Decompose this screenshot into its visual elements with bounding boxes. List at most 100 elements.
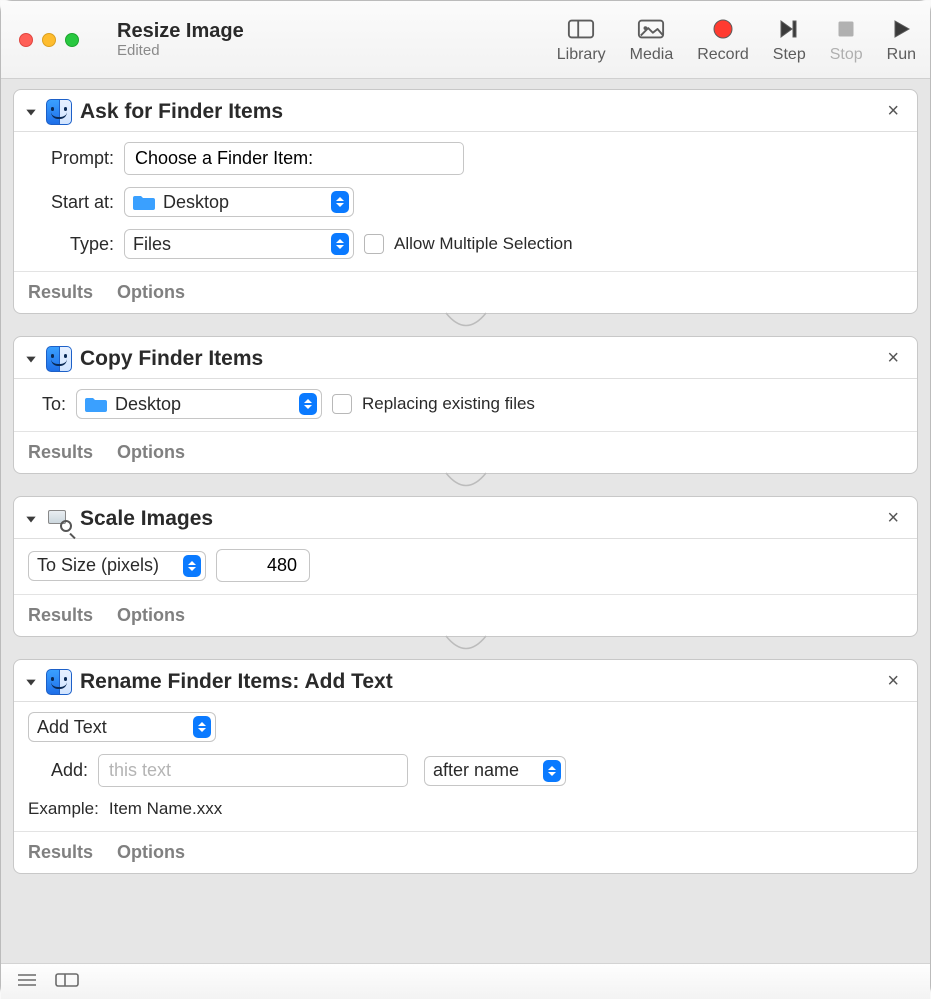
step-label: Step xyxy=(773,46,806,64)
scale-mode-value: To Size (pixels) xyxy=(37,555,175,576)
zoom-window-button[interactable] xyxy=(65,33,79,47)
folder-icon xyxy=(85,395,107,413)
action-title: Ask for Finder Items xyxy=(80,100,283,124)
action-header[interactable]: Scale Images × xyxy=(14,497,917,539)
add-text-input[interactable] xyxy=(98,754,408,787)
stepper-arrows-icon xyxy=(193,716,211,738)
step-icon xyxy=(775,16,803,42)
to-label: To: xyxy=(28,394,66,415)
position-value: after name xyxy=(433,760,535,781)
stop-button: Stop xyxy=(830,16,863,64)
record-icon xyxy=(709,16,737,42)
replace-label: Replacing existing files xyxy=(362,394,535,414)
prompt-input[interactable] xyxy=(124,142,464,175)
action-header[interactable]: Copy Finder Items × xyxy=(14,337,917,379)
start-at-value: Desktop xyxy=(163,192,323,213)
options-tab[interactable]: Options xyxy=(117,842,185,863)
type-label: Type: xyxy=(28,234,114,255)
title-block: Resize Image Edited xyxy=(117,20,244,59)
library-label: Library xyxy=(557,46,606,64)
stop-icon xyxy=(832,16,860,42)
run-icon xyxy=(887,16,915,42)
stepper-arrows-icon xyxy=(183,555,201,577)
flow-connector xyxy=(13,635,918,661)
close-window-button[interactable] xyxy=(19,33,33,47)
action-scale-images: Scale Images × To Size (pixels) Results … xyxy=(13,496,918,637)
action-title: Scale Images xyxy=(80,507,213,531)
action-header[interactable]: Ask for Finder Items × xyxy=(14,90,917,132)
to-select[interactable]: Desktop xyxy=(76,389,322,419)
stepper-arrows-icon xyxy=(543,760,561,782)
finder-icon xyxy=(46,669,72,695)
prompt-label: Prompt: xyxy=(28,148,114,169)
remove-action-button[interactable]: × xyxy=(881,98,905,125)
media-button[interactable]: Media xyxy=(630,16,674,64)
start-at-select[interactable]: Desktop xyxy=(124,187,354,217)
disclosure-chevron-icon xyxy=(24,675,38,689)
flow-connector xyxy=(13,472,918,498)
remove-action-button[interactable]: × xyxy=(881,345,905,372)
media-label: Media xyxy=(630,46,674,64)
options-tab[interactable]: Options xyxy=(117,605,185,626)
options-tab[interactable]: Options xyxy=(117,442,185,463)
log-view-button[interactable] xyxy=(17,972,37,992)
library-icon xyxy=(567,16,595,42)
remove-action-button[interactable]: × xyxy=(881,505,905,532)
type-select[interactable]: Files xyxy=(124,229,354,259)
stepper-arrows-icon xyxy=(331,233,349,255)
results-tab[interactable]: Results xyxy=(28,442,93,463)
media-icon xyxy=(637,16,665,42)
results-tab[interactable]: Results xyxy=(28,282,93,303)
allow-multiple-checkbox[interactable] xyxy=(364,234,384,254)
position-select[interactable]: after name xyxy=(424,756,566,786)
folder-icon xyxy=(133,193,155,211)
finder-icon xyxy=(46,346,72,372)
options-tab[interactable]: Options xyxy=(117,282,185,303)
start-at-label: Start at: xyxy=(28,192,114,213)
variables-view-button[interactable] xyxy=(55,972,79,992)
disclosure-chevron-icon xyxy=(24,105,38,119)
results-tab[interactable]: Results xyxy=(28,605,93,626)
remove-action-button[interactable]: × xyxy=(881,668,905,695)
results-tab[interactable]: Results xyxy=(28,842,93,863)
workflow-canvas: Ask for Finder Items × Prompt: Start at:… xyxy=(1,79,930,963)
scale-mode-select[interactable]: To Size (pixels) xyxy=(28,551,206,581)
stepper-arrows-icon xyxy=(299,393,317,415)
flow-connector xyxy=(13,312,918,338)
run-label: Run xyxy=(887,46,916,64)
action-rename-finder-items: Rename Finder Items: Add Text × Add Text… xyxy=(13,659,918,874)
document-subtitle: Edited xyxy=(117,42,244,59)
run-button[interactable]: Run xyxy=(887,16,916,64)
window-controls xyxy=(19,33,79,47)
preview-icon xyxy=(46,506,72,532)
finder-icon xyxy=(46,99,72,125)
example-label: Example: xyxy=(28,799,99,819)
document-title: Resize Image xyxy=(117,20,244,42)
action-title: Copy Finder Items xyxy=(80,347,263,371)
type-value: Files xyxy=(133,234,323,255)
disclosure-chevron-icon xyxy=(24,512,38,526)
window-titlebar: Resize Image Edited Library Media xyxy=(1,1,930,79)
step-button[interactable]: Step xyxy=(773,16,806,64)
action-ask-for-finder-items: Ask for Finder Items × Prompt: Start at:… xyxy=(13,89,918,314)
stepper-arrows-icon xyxy=(331,191,349,213)
rename-mode-select[interactable]: Add Text xyxy=(28,712,216,742)
action-header[interactable]: Rename Finder Items: Add Text × xyxy=(14,660,917,702)
example-value: Item Name.xxx xyxy=(109,799,222,819)
minimize-window-button[interactable] xyxy=(42,33,56,47)
replace-checkbox[interactable] xyxy=(332,394,352,414)
record-label: Record xyxy=(697,46,749,64)
stop-label: Stop xyxy=(830,46,863,64)
record-button[interactable]: Record xyxy=(697,16,749,64)
add-label: Add: xyxy=(28,760,88,781)
status-bar xyxy=(1,963,930,999)
scale-size-input[interactable] xyxy=(216,549,310,582)
library-button[interactable]: Library xyxy=(557,16,606,64)
action-copy-finder-items: Copy Finder Items × To: Desktop Replacin… xyxy=(13,336,918,474)
to-value: Desktop xyxy=(115,394,291,415)
rename-mode-value: Add Text xyxy=(37,717,185,738)
allow-multiple-label: Allow Multiple Selection xyxy=(394,234,573,254)
toolbar: Library Media Record Step xyxy=(557,16,916,64)
disclosure-chevron-icon xyxy=(24,352,38,366)
action-title: Rename Finder Items: Add Text xyxy=(80,670,393,694)
